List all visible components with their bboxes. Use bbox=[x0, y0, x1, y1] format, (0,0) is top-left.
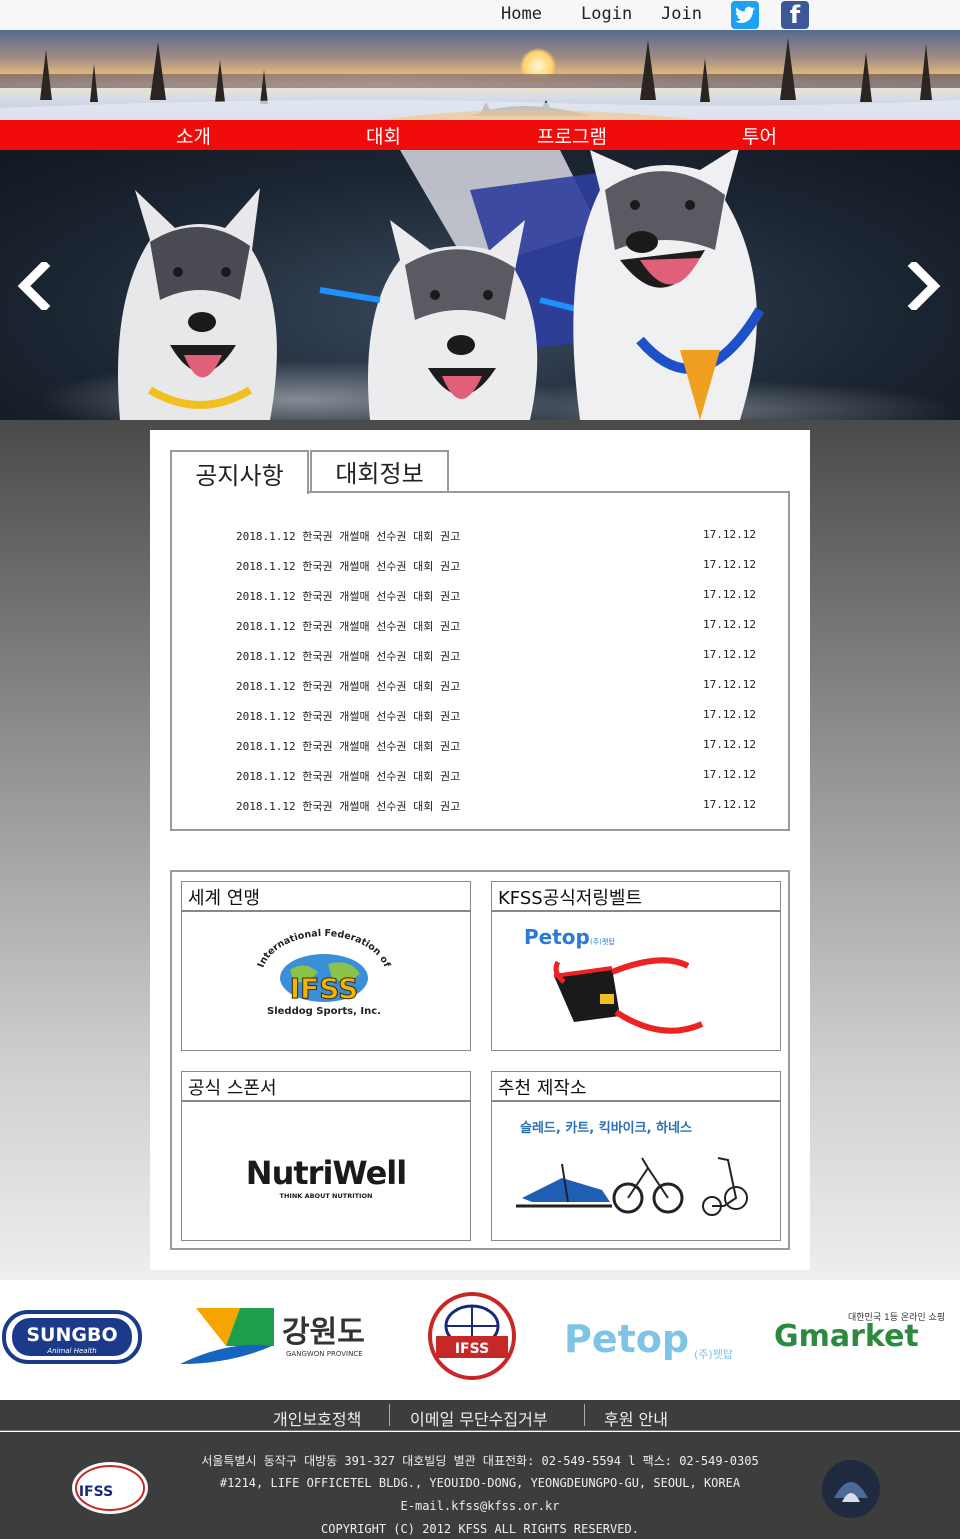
petop-strip-sub: (주)펫탑 bbox=[694, 1348, 733, 1361]
petop-logo[interactable]: Petop (주)펫탑 bbox=[564, 1317, 733, 1361]
footer-links-bar: 개인보호정책 이메일 무단수집거부 후원 안내 bbox=[0, 1400, 960, 1431]
menu-item-about[interactable]: 소개 bbox=[176, 122, 211, 149]
ifss-circle-logo[interactable]: IFSS bbox=[428, 1292, 516, 1380]
notice-date: 17.12.12 bbox=[703, 768, 756, 781]
footer-copyright: COPYRIGHT (C) 2012 KFSS ALL RIGHTS RESER… bbox=[321, 1522, 639, 1536]
menu-item-competition[interactable]: 대회 bbox=[366, 122, 401, 149]
card-heading: 공식 스폰서 bbox=[182, 1072, 470, 1102]
home-link[interactable]: Home bbox=[501, 4, 542, 24]
nutriwell-text: NutriWell bbox=[246, 1154, 406, 1192]
slider-prev-arrow-icon[interactable] bbox=[16, 259, 52, 313]
notice-date: 17.12.12 bbox=[703, 678, 756, 691]
menu-item-tour[interactable]: 투어 bbox=[742, 122, 777, 149]
top-bar: Home Login Join f bbox=[0, 0, 960, 30]
gangwon-text: 강원도 bbox=[282, 1315, 365, 1350]
petop-belt-image[interactable]: Petop (주)펫탑 bbox=[492, 912, 780, 1050]
notice-list: 2018.1.12 한국권 개썰매 선수권 대회 권고 17.12.12 2018.… bbox=[170, 491, 790, 831]
ifss-logo-text: IFSS bbox=[290, 972, 359, 1005]
petop-strip-text: Petop bbox=[564, 1317, 689, 1361]
sungbo-sub-text: Animal Health bbox=[46, 1347, 96, 1355]
petop-brand-sub: (주)펫탑 bbox=[590, 937, 615, 946]
tab-event-info[interactable]: 대회정보 bbox=[310, 450, 449, 493]
card-heading: 추천 제작소 bbox=[492, 1072, 780, 1102]
footer-divider bbox=[584, 1404, 585, 1426]
card-heading: KFSS공식저링벨트 bbox=[492, 882, 780, 912]
notice-row[interactable]: 2018.1.12 한국권 개썰매 선수권 대회 권고 17.12.12 bbox=[236, 648, 772, 666]
footer-divider bbox=[389, 1404, 390, 1426]
sled-products-image[interactable]: 슬레드, 카트, 킥바이크, 하네스 bbox=[492, 1102, 780, 1240]
gangwon-sub-text: GANGWON PROVINCE bbox=[286, 1350, 363, 1358]
notice-row[interactable]: 2018.1.12 한국권 개썰매 선수권 대회 권고 17.12.12 bbox=[236, 618, 772, 636]
login-link[interactable]: Login bbox=[581, 4, 632, 24]
notice-row[interactable]: 2018.1.12 한국권 개썰매 선수권 대회 권고 17.12.12 bbox=[236, 798, 772, 816]
notice-title[interactable]: 2018.1.12 한국권 개썰매 선수권 대회 권고 bbox=[236, 768, 460, 784]
menu-item-program[interactable]: 프로그램 bbox=[537, 122, 607, 149]
notice-date: 17.12.12 bbox=[703, 618, 756, 631]
hero-slider bbox=[0, 150, 960, 420]
tab-notice[interactable]: 공지사항 bbox=[170, 450, 309, 494]
partners-section: 세계 연맹 International Federation of IFSS S… bbox=[170, 870, 790, 1250]
notice-title[interactable]: 2018.1.12 한국권 개썰매 선수권 대회 권고 bbox=[236, 648, 460, 664]
notice-row[interactable]: 2018.1.12 한국권 개썰매 선수권 대회 권고 17.12.12 bbox=[236, 738, 772, 756]
husky-team-image bbox=[40, 150, 960, 420]
header-banner bbox=[0, 30, 960, 120]
email-refusal-link[interactable]: 이메일 무단수집거부 bbox=[410, 1406, 548, 1430]
notice-title[interactable]: 2018.1.12 한국권 개썰매 선수권 대회 권고 bbox=[236, 798, 460, 814]
notice-date: 17.12.12 bbox=[703, 648, 756, 661]
gmarket-text: Gmarket bbox=[774, 1319, 919, 1354]
notice-row[interactable]: 2018.1.12 한국권 개썰매 선수권 대회 권고 17.12.12 bbox=[236, 588, 772, 606]
notice-title[interactable]: 2018.1.12 한국권 개썰매 선수권 대회 권고 bbox=[236, 708, 460, 724]
footer-address-kr: 서울특별시 동작구 대방동 391-327 대호빌딩 별관 대표전화: 02-5… bbox=[201, 1454, 759, 1468]
card-world-federation: 세계 연맹 International Federation of IFSS S… bbox=[181, 881, 471, 1051]
notice-title[interactable]: 2018.1.12 한국권 개썰매 선수권 대회 권고 bbox=[236, 678, 460, 694]
footer-email: E-mail.kfss@kfss.or.kr bbox=[400, 1499, 560, 1513]
main-menu: 소개 대회 프로그램 투어 bbox=[0, 120, 960, 150]
sungbo-text: SUNGBO bbox=[26, 1324, 117, 1346]
maker-products-text: 슬레드, 카트, 킥바이크, 하네스 bbox=[520, 1120, 692, 1136]
facebook-icon[interactable]: f bbox=[781, 1, 809, 29]
notice-row[interactable]: 2018.1.12 한국권 개썰매 선수권 대회 권고 17.12.12 bbox=[236, 558, 772, 576]
ifss-sub-text: Sleddog Sports, Inc. bbox=[267, 1006, 381, 1017]
tree-silhouettes bbox=[0, 38, 960, 120]
notice-row[interactable]: 2018.1.12 한국권 개썰매 선수권 대회 권고 17.12.12 bbox=[236, 528, 772, 546]
notice-row[interactable]: 2018.1.12 한국권 개썰매 선수권 대회 권고 17.12.12 bbox=[236, 678, 772, 696]
notice-row[interactable]: 2018.1.12 한국권 개썰매 선수권 대회 권고 17.12.12 bbox=[236, 768, 772, 786]
notice-date: 17.12.12 bbox=[703, 558, 756, 571]
footer-address-en: #1214, LIFE OFFICETEL BLDG., YEOUIDO-DON… bbox=[219, 1476, 741, 1490]
petop-brand-text: Petop bbox=[524, 925, 590, 949]
notice-date: 17.12.12 bbox=[703, 798, 756, 811]
card-official-sponsor: 공식 스폰서 NutriWell THINK ABOUT NUTRITION bbox=[181, 1071, 471, 1241]
privacy-policy-link[interactable]: 개인보호정책 bbox=[273, 1406, 361, 1430]
facebook-glyph: f bbox=[789, 1, 801, 29]
nutriwell-tagline: THINK ABOUT NUTRITION bbox=[280, 1192, 373, 1200]
gangwon-logo[interactable]: 강원도 GANGWON PROVINCE bbox=[180, 1308, 365, 1364]
sponsorship-link[interactable]: 후원 안내 bbox=[604, 1406, 668, 1430]
twitter-icon[interactable] bbox=[731, 1, 759, 29]
notice-date: 17.12.12 bbox=[703, 708, 756, 721]
card-heading: 세계 연맹 bbox=[182, 882, 470, 912]
notice-row[interactable]: 2018.1.12 한국권 개썰매 선수권 대회 권고 17.12.12 bbox=[236, 708, 772, 726]
notice-title[interactable]: 2018.1.12 한국권 개썰매 선수권 대회 권고 bbox=[236, 588, 460, 604]
notice-title[interactable]: 2018.1.12 한국권 개썰매 선수권 대회 권고 bbox=[236, 558, 460, 574]
card-recommended-maker: 추천 제작소 슬레드, 카트, 킥바이크, 하네스 bbox=[491, 1071, 781, 1241]
notice-date: 17.12.12 bbox=[703, 528, 756, 541]
notice-title[interactable]: 2018.1.12 한국권 개썰매 선수권 대회 권고 bbox=[236, 618, 460, 634]
notice-date: 17.12.12 bbox=[703, 738, 756, 751]
notice-title[interactable]: 2018.1.12 한국권 개썰매 선수권 대회 권고 bbox=[236, 528, 460, 544]
slider-next-arrow-icon[interactable] bbox=[906, 259, 942, 313]
footer: IFSS 서울특별시 동작구 대방동 391-327 대호빌딩 별관 대표전화:… bbox=[0, 1432, 960, 1539]
ifss-strip-text: IFSS bbox=[455, 1341, 489, 1357]
notice-date: 17.12.12 bbox=[703, 588, 756, 601]
ifss-logo[interactable]: International Federation of IFSS Sleddog… bbox=[182, 912, 470, 1050]
sponsor-strip: SUNGBO Animal Health 강원도 GANGWON PROVINC… bbox=[0, 1280, 960, 1400]
gmarket-logo[interactable]: 대한민국 1등 온라인 쇼핑 Gmarket bbox=[774, 1312, 945, 1354]
sungbo-logo[interactable]: SUNGBO Animal Health bbox=[2, 1310, 142, 1364]
notice-title[interactable]: 2018.1.12 한국권 개썰매 선수권 대회 권고 bbox=[236, 738, 460, 754]
card-jorring-belt: KFSS공식저링벨트 Petop (주)펫탑 bbox=[491, 881, 781, 1051]
join-link[interactable]: Join bbox=[661, 4, 702, 24]
nutriwell-logo[interactable]: NutriWell THINK ABOUT NUTRITION bbox=[182, 1102, 470, 1240]
